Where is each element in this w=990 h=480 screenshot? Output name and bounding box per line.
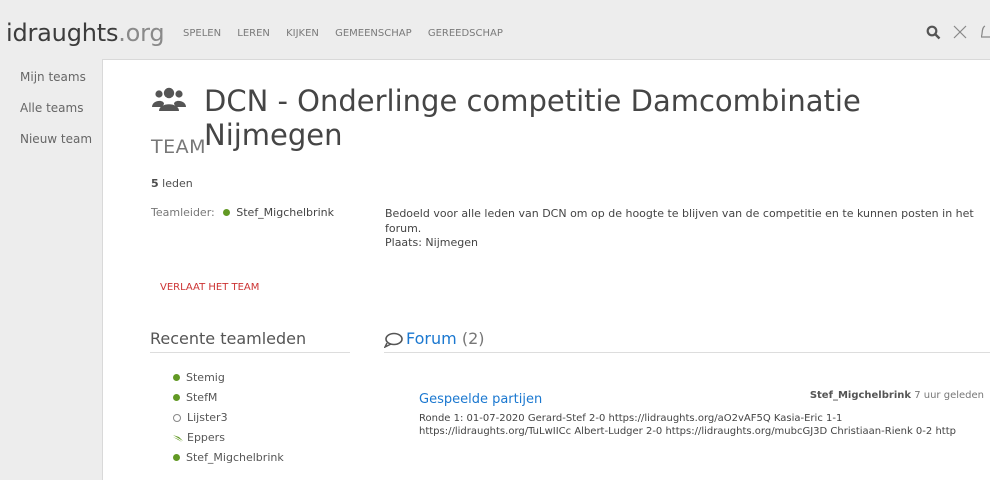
member-name: Stemig [186,371,225,384]
forum-count: (2) [461,329,485,348]
nav-gereedschap[interactable]: GEREEDSCHAP [428,28,503,39]
recent-members-title: Recente teamleden [150,329,307,348]
logo-main: idraughts [6,19,119,47]
forum-post-title[interactable]: Gespeelde partijen [419,392,542,407]
team-description: Bedoeld voor alle leden van DCN om op de… [385,207,985,251]
leave-team-button[interactable]: VERLAAT HET TEAM [160,282,259,293]
nav-spelen[interactable]: SPELEN [183,28,221,39]
recent-members-list: Stemig StefM Lijster3 Eppers Stef_Migche… [173,368,284,468]
description-text: Bedoeld voor alle leden van DCN om op de… [385,207,974,235]
list-item[interactable]: Stemig [173,368,284,388]
online-status-icon [173,374,180,381]
member-name: StefM [186,391,218,404]
logo-tld: .org [118,19,165,47]
member-name: Lijster3 [187,411,228,424]
team-group-icon [152,87,186,111]
online-status-icon [173,394,180,401]
main-nav: SPELEN LEREN KIJKEN GEMEENSCHAP GEREEDSC… [183,28,516,39]
sidebar-item-mijn-teams[interactable]: Mijn teams [20,70,102,84]
forum-comment-icon [384,332,403,348]
forum-post-time: 7 uur geleden [914,390,984,401]
member-count-number: 5 [151,177,159,190]
team-leader-link[interactable]: Stef_Migchelbrink [236,206,334,219]
close-icon[interactable] [953,25,967,39]
list-item[interactable]: StefM [173,388,284,408]
team-type-label: TEAM [151,136,207,158]
list-item[interactable]: Eppers [173,428,284,448]
offline-status-icon [173,413,181,422]
page-title: DCN - Onderlinge competitie Damcombinati… [204,84,861,152]
member-name: Stef_Migchelbrink [186,451,284,464]
list-item[interactable]: Lijster3 [173,408,284,428]
forum-post-excerpt: Ronde 1: 01-07-2020 Gerard-Stef 2-0 http… [419,413,956,437]
patron-wings-icon [173,434,183,442]
nav-kijken[interactable]: KIJKEN [286,28,319,39]
team-panel: DCN - Onderlinge competitie Damcombinati… [102,59,990,480]
search-icon[interactable] [926,25,941,40]
forum-link[interactable]: Forum [406,329,457,348]
nav-gemeenschap[interactable]: GEMEENSCHAP [335,28,412,39]
online-status-icon [223,209,231,216]
forum-post-author[interactable]: Stef_Migchelbrink [810,390,911,401]
team-leader-label: Teamleider: [151,206,215,219]
sidebar: Mijn teams Alle teams Nieuw team [0,60,102,464]
sidebar-item-nieuw-team[interactable]: Nieuw team [20,132,102,146]
forum-post: Gespeelde partijen Stef_Migchelbrink 7 u… [419,388,989,438]
online-status-icon [173,454,180,461]
forum-divider [384,352,990,353]
forum-post-meta: Stef_Migchelbrink 7 uur geleden [810,390,984,401]
sidebar-item-alle-teams[interactable]: Alle teams [20,101,102,115]
team-location: Plaats: Nijmegen [385,236,478,249]
top-bar: idraughts.org SPELEN LEREN KIJKEN GEMEEN… [0,0,990,60]
site-logo[interactable]: idraughts.org [6,19,165,47]
forum-header: Forum (2) [406,329,485,348]
nav-leren[interactable]: LEREN [237,28,270,39]
list-item[interactable]: Stef_Migchelbrink [173,448,284,468]
team-leader: Teamleider: Stef_Migchelbrink [151,206,334,219]
recent-members-divider [150,352,350,353]
member-name: Eppers [187,431,225,444]
notification-bell-icon[interactable] [981,25,990,40]
member-count: 5 leden [151,177,193,190]
member-count-label: leden [162,177,193,190]
